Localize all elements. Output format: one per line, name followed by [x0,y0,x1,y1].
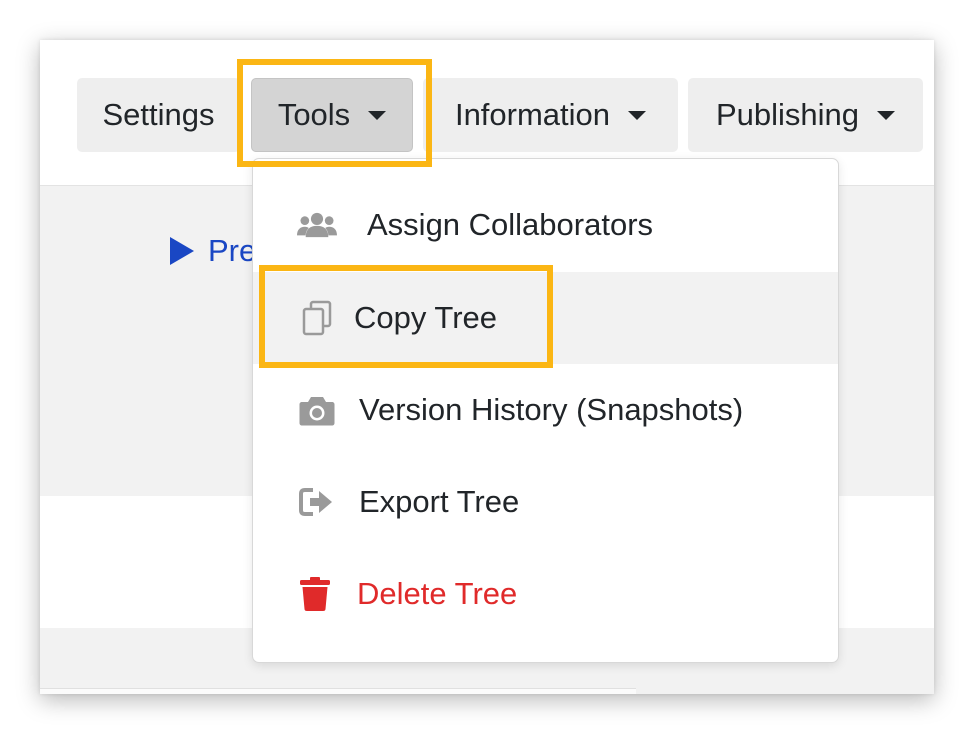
copy-icon [297,298,337,338]
tab-tools-label: Tools [277,97,351,132]
menu-item-label: Delete Tree [357,576,518,611]
preview-label: Pre [208,233,257,268]
tab-publishing-label: Publishing [715,97,860,132]
menu-item-label: Copy Tree [354,300,498,335]
app-window: Settings Tools Information Publishing Pr… [40,40,934,694]
menu-item-label: Assign Collaborators [367,207,654,242]
menu-item-version-history[interactable]: Version History (Snapshots) [253,364,838,456]
chevron-down-icon [368,110,387,120]
tab-information[interactable]: Information [423,78,678,152]
tab-tools[interactable]: Tools [251,78,413,152]
camera-icon [297,390,337,430]
menu-item-label: Version History (Snapshots) [359,392,744,427]
tools-dropdown-menu: Assign Collaborators Copy Tree Version H… [252,158,839,663]
tab-publishing[interactable]: Publishing [688,78,923,152]
play-icon [170,237,194,265]
chevron-down-icon [628,110,647,120]
tab-settings[interactable]: Settings [77,78,240,152]
menu-item-assign-collaborators[interactable]: Assign Collaborators [253,179,838,271]
menu-item-export-tree[interactable]: Export Tree [253,456,838,548]
footer-strip [40,688,636,694]
chevron-down-icon [877,110,896,120]
tab-settings-label: Settings [102,97,215,132]
export-icon [297,482,337,522]
users-icon [297,205,337,245]
menu-item-label: Export Tree [359,484,520,519]
preview-link[interactable]: Pre [170,233,257,268]
tab-information-label: Information [454,97,611,132]
menu-item-delete-tree[interactable]: Delete Tree [253,548,838,640]
menu-item-copy-tree[interactable]: Copy Tree [253,272,838,364]
trash-icon [295,574,335,614]
